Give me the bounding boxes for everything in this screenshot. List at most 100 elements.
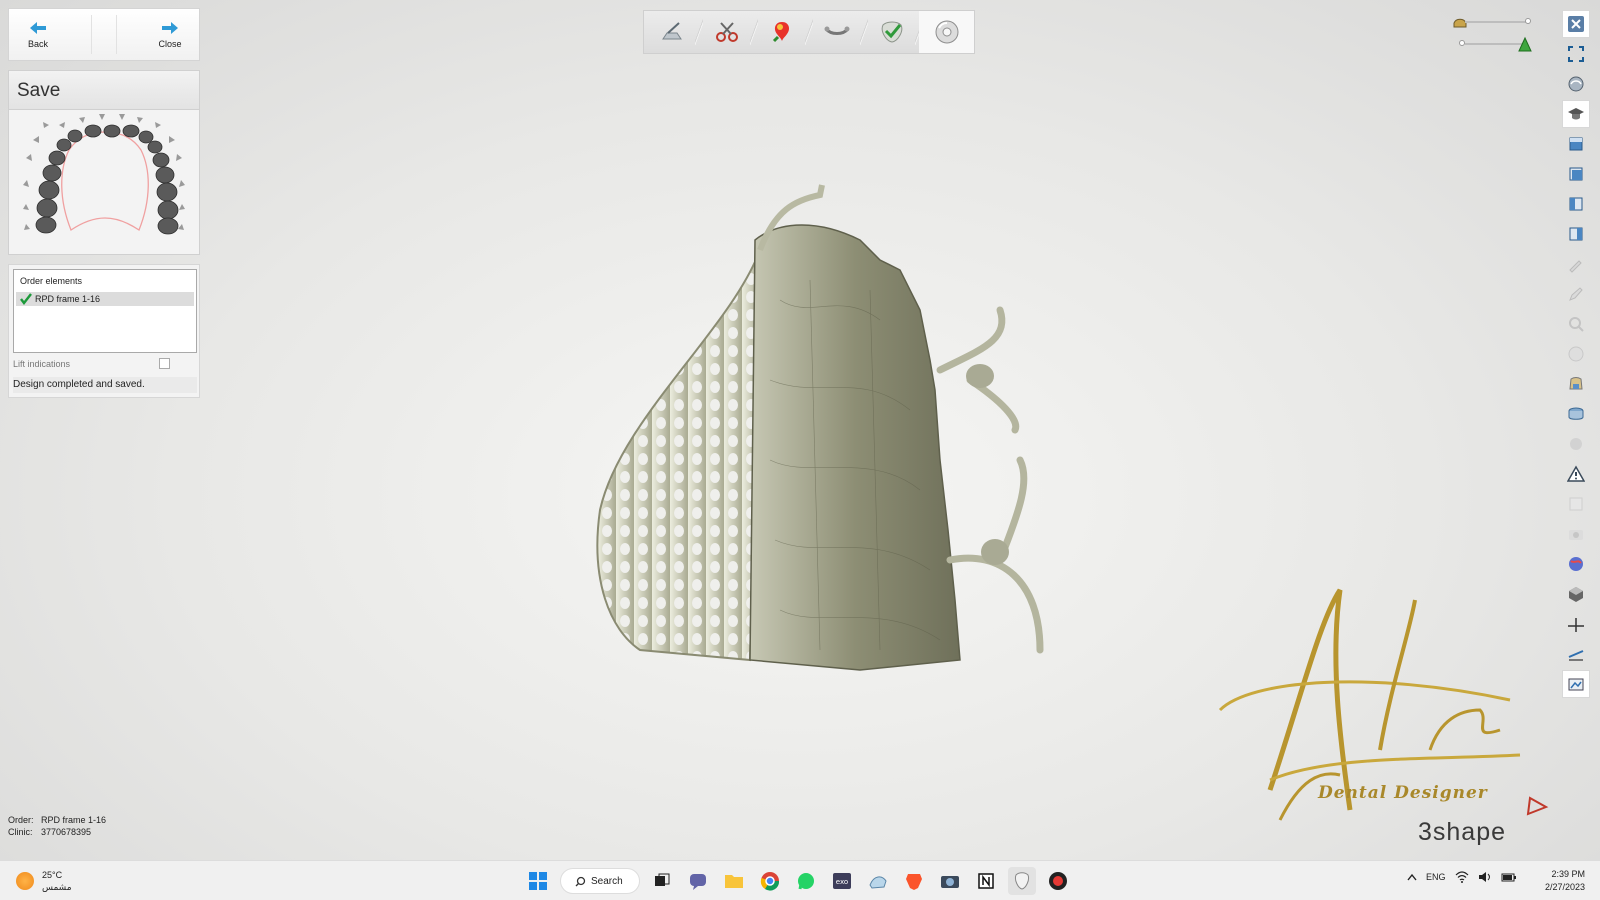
nav-separator xyxy=(116,15,117,54)
rotate-view-button[interactable] xyxy=(1562,70,1590,98)
brand-logo-text: 3shape xyxy=(1418,818,1507,846)
measure-button[interactable] xyxy=(1562,640,1590,668)
whatsapp-button[interactable] xyxy=(792,867,820,895)
warning-button[interactable] xyxy=(1562,460,1590,488)
rpd-frame-model[interactable] xyxy=(580,180,1100,700)
camera-button[interactable] xyxy=(1562,520,1590,548)
alri-logo xyxy=(1218,588,1549,821)
clinic-label: Clinic: xyxy=(8,827,33,837)
notion-button[interactable] xyxy=(972,867,1000,895)
model-icon xyxy=(1453,18,1467,28)
list-item[interactable]: RPD frame 1-16 xyxy=(16,292,194,306)
magnify-button[interactable] xyxy=(1562,310,1590,338)
clipping-icon xyxy=(1569,497,1583,511)
chrome-button[interactable] xyxy=(756,867,784,895)
model-slider[interactable] xyxy=(1465,21,1527,23)
camera-icon xyxy=(1569,530,1583,540)
sphere-dim-button[interactable] xyxy=(1562,430,1590,458)
layers-button[interactable] xyxy=(1562,400,1590,428)
tool-connector[interactable] xyxy=(809,11,868,55)
order-label: Order: xyxy=(8,815,34,825)
view-rotate-icon xyxy=(1568,76,1584,92)
tool-finish[interactable] xyxy=(864,11,923,55)
battery-icon[interactable] xyxy=(1501,871,1517,883)
section-button[interactable] xyxy=(1562,610,1590,638)
mesh-icon xyxy=(869,876,887,889)
cube-icon xyxy=(1569,587,1583,602)
close-icon xyxy=(1568,16,1584,32)
nav-separator xyxy=(91,15,92,54)
tooth-profile-button[interactable] xyxy=(1562,370,1590,398)
clock[interactable]: 2:39 PM 2/27/2023 xyxy=(1535,868,1585,894)
color-map-button[interactable] xyxy=(1562,550,1590,578)
temperature: 25°C xyxy=(42,870,63,880)
graduation-cap-icon xyxy=(1568,108,1584,120)
volume-icon[interactable] xyxy=(1478,871,1492,883)
tooth-profile-icon xyxy=(1569,377,1583,390)
cube-button[interactable] xyxy=(1562,580,1590,608)
view-right-button[interactable] xyxy=(1562,220,1590,248)
logo-signature: Dental Designer xyxy=(1318,783,1488,803)
model-slider-knob[interactable] xyxy=(1525,18,1531,24)
fullscreen-button[interactable] xyxy=(1562,40,1590,68)
chevron-up-icon[interactable] xyxy=(1407,873,1417,881)
order-elements-list: Order elements RPD frame 1-16 xyxy=(13,269,197,353)
wax-knife-icon xyxy=(772,22,789,43)
transparency-sliders xyxy=(1453,14,1533,54)
close-button[interactable]: Close xyxy=(141,9,199,60)
brave-icon xyxy=(906,874,922,890)
tooth-icon xyxy=(1015,872,1029,890)
weather-desc: مشمس xyxy=(42,882,72,892)
view-left-button[interactable] xyxy=(1562,190,1590,218)
panel-title: Save xyxy=(8,70,200,110)
recorder-button[interactable] xyxy=(1044,867,1072,895)
checkmark-icon xyxy=(20,293,32,305)
search-icon xyxy=(575,876,586,886)
wifi-icon[interactable] xyxy=(1455,871,1469,883)
view-front-button[interactable] xyxy=(1562,130,1590,158)
pencil-icon xyxy=(1569,287,1583,301)
view-back-button[interactable] xyxy=(1562,160,1590,188)
workflow-toolbar xyxy=(643,10,975,55)
order-value: RPD frame 1-16 xyxy=(41,815,107,825)
tutorial-button[interactable] xyxy=(1562,100,1590,128)
view-toolbar xyxy=(1562,10,1590,698)
view-left-icon xyxy=(1569,197,1583,211)
tool-cut[interactable] xyxy=(699,11,758,55)
mesh-app-button[interactable] xyxy=(864,867,892,895)
notion-icon xyxy=(978,873,994,889)
measure-icon xyxy=(1568,650,1584,661)
dental-system-button[interactable] xyxy=(1008,867,1036,895)
pencil-button[interactable] xyxy=(1562,280,1590,308)
order-elements-header: Order elements xyxy=(20,276,83,286)
arrow-left-icon xyxy=(30,21,46,34)
weather-widget[interactable]: 25°C مشمس xyxy=(16,869,72,893)
tool-sculpt[interactable] xyxy=(754,11,813,55)
language-indicator[interactable]: ENG xyxy=(1426,872,1446,882)
snapshot-button[interactable] xyxy=(1562,670,1590,698)
task-view-button[interactable] xyxy=(648,867,676,895)
tool-save[interactable] xyxy=(919,11,974,53)
folder-icon xyxy=(725,875,743,888)
tooth-chart[interactable] xyxy=(8,110,200,255)
tool-scan[interactable] xyxy=(644,11,703,55)
exocad-button[interactable]: exo xyxy=(828,867,856,895)
chrome-icon xyxy=(760,872,780,891)
scan-slider-knob[interactable] xyxy=(1459,40,1465,46)
lift-indications-checkbox[interactable] xyxy=(159,358,170,369)
close-view-button[interactable] xyxy=(1562,10,1590,38)
file-explorer-button[interactable] xyxy=(720,867,748,895)
back-button[interactable]: Back xyxy=(9,9,67,60)
sphere-button[interactable] xyxy=(1562,340,1590,368)
warning-icon xyxy=(1567,465,1585,482)
teams-button[interactable] xyxy=(684,867,712,895)
section-icon xyxy=(1568,618,1584,632)
fullscreen-icon xyxy=(1568,46,1584,62)
brave-button[interactable] xyxy=(900,867,928,895)
camera-app-button[interactable] xyxy=(936,867,964,895)
taskbar-search[interactable]: Search xyxy=(560,868,640,894)
clipping-button[interactable] xyxy=(1562,490,1590,518)
view-right-icon xyxy=(1569,227,1583,241)
brush-button[interactable] xyxy=(1562,250,1590,278)
start-button[interactable] xyxy=(524,867,552,895)
